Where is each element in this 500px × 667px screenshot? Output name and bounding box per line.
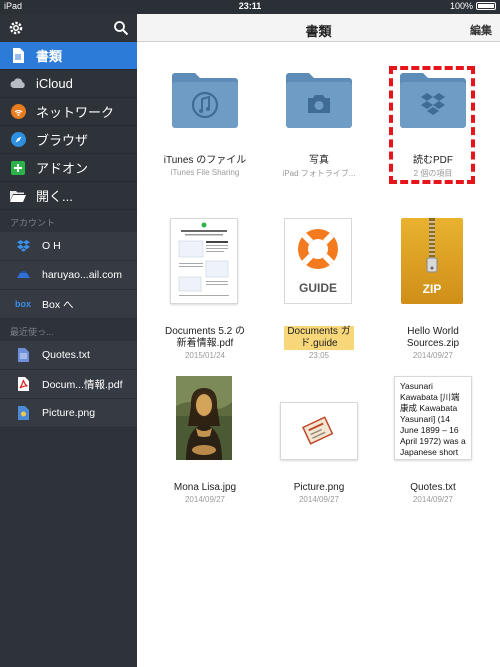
main-content: 書類 編集 iTunes のファイル iTunes File Sharing 写… xyxy=(137,14,500,667)
account-dropbox[interactable]: O H xyxy=(0,232,137,261)
selection-highlight xyxy=(389,66,475,184)
picture-thumbnail xyxy=(280,402,358,460)
pdf-file-icon xyxy=(16,377,30,391)
sidebar-item-network[interactable]: ネットワーク xyxy=(0,98,137,126)
mona-lisa-thumbnail xyxy=(176,376,232,460)
lifebuoy-icon xyxy=(298,229,338,269)
wifi-icon xyxy=(10,104,26,120)
status-bar: iPad 23:11 100% xyxy=(0,0,500,14)
file-name-line2: Sources.zip xyxy=(406,338,460,349)
file-hello-world-zip[interactable]: ZIP Hello World Sources.zip 2014/09/27 xyxy=(376,214,490,360)
folder-photos[interactable]: 写真 iPad フォトライブ... xyxy=(262,54,376,194)
zipper-icon xyxy=(426,218,438,273)
search-icon[interactable] xyxy=(113,20,129,36)
file-subtitle: 2014/09/27 xyxy=(412,351,454,360)
file-subtitle: 2015/01/24 xyxy=(184,351,226,360)
sidebar-item-addons[interactable]: アドオン xyxy=(0,154,137,182)
text-preview: Yasunari Kawabata [川端 康成 Kawabata Yasuna… xyxy=(394,376,472,460)
clock: 23:11 xyxy=(238,1,262,11)
file-picture-png[interactable]: Picture.png 2014/09/27 xyxy=(262,374,376,504)
sidebar: 書類 iCloud ネットワーク ブラウザ アドオン 開く... アカウント O… xyxy=(0,14,137,667)
file-mona-lisa[interactable]: Mona Lisa.jpg 2014/09/27 xyxy=(148,374,262,504)
file-subtitle: 2014/09/27 xyxy=(184,495,226,504)
image-file-icon xyxy=(16,406,30,420)
recent-item-pdf[interactable]: Docum...情報.pdf xyxy=(0,370,137,399)
folder-itunes-files[interactable]: iTunes のファイル iTunes File Sharing xyxy=(148,54,262,194)
cloud-icon xyxy=(10,76,26,92)
account-google-drive[interactable]: haruyao...ail.com xyxy=(0,261,137,290)
guide-thumbnail: GUIDE xyxy=(284,218,352,304)
gear-icon[interactable] xyxy=(8,20,24,36)
plus-icon xyxy=(10,160,26,176)
file-name-line2: ド.guide xyxy=(284,338,354,350)
battery-icon xyxy=(476,2,496,10)
drive-icon xyxy=(16,268,30,282)
compass-icon xyxy=(10,132,26,148)
document-icon xyxy=(10,48,26,64)
file-quotes-txt[interactable]: Yasunari Kawabata [川端 康成 Kawabata Yasuna… xyxy=(376,374,490,504)
battery-percent: 100% xyxy=(449,1,473,11)
accounts-header: アカウント xyxy=(10,218,56,228)
file-name: Quotes.txt xyxy=(410,482,456,493)
recent-item-picture[interactable]: Picture.png xyxy=(0,399,137,428)
zip-label: ZIP xyxy=(422,282,442,296)
main-header: 書類 編集 xyxy=(137,14,500,42)
zip-thumbnail: ZIP xyxy=(401,218,463,304)
file-name: Mona Lisa.jpg xyxy=(173,482,237,493)
dropbox-icon xyxy=(16,239,30,253)
file-subtitle: 23:05 xyxy=(308,351,330,360)
recent-item-quotes[interactable]: Quotes.txt xyxy=(0,341,137,370)
txt-file-icon xyxy=(16,348,30,362)
folder-open-icon xyxy=(10,188,26,204)
sidebar-item-icloud[interactable]: iCloud xyxy=(0,70,137,98)
account-box[interactable]: box Box へ xyxy=(0,290,137,319)
sidebar-item-open[interactable]: 開く... xyxy=(0,182,137,210)
edit-button[interactable]: 編集 xyxy=(470,22,492,38)
file-name: Picture.png xyxy=(293,482,345,493)
recent-header: 最近使っ... xyxy=(10,327,54,337)
music-folder-icon xyxy=(172,73,238,128)
file-name: 写真 xyxy=(309,155,329,166)
file-subtitle: 2014/09/27 xyxy=(412,495,454,504)
file-subtitle: 2014/09/27 xyxy=(298,495,340,504)
file-documents-guide[interactable]: GUIDE Documents ガイ ド.guide 23:05 xyxy=(262,214,376,360)
sidebar-toolbar xyxy=(0,14,137,42)
file-documents-pdf[interactable]: Documents 5.2 の 新着情報.pdf 2015/01/24 xyxy=(148,214,262,360)
sidebar-item-browser[interactable]: ブラウザ xyxy=(0,126,137,154)
sidebar-item-documents[interactable]: 書類 xyxy=(0,42,137,70)
file-subtitle: iPad フォトライブ... xyxy=(282,169,356,178)
box-icon: box xyxy=(15,299,32,309)
camera-folder-icon xyxy=(286,73,352,128)
file-name-line1: Hello World xyxy=(407,326,459,337)
pdf-thumbnail xyxy=(170,218,238,304)
page-title: 書類 xyxy=(305,24,332,39)
file-name: iTunes のファイル xyxy=(163,155,247,166)
file-name-line2: 新着情報.pdf xyxy=(176,338,234,349)
guide-label: GUIDE xyxy=(298,281,337,295)
file-name-line1: Documents 5.2 の xyxy=(164,326,246,337)
file-subtitle: iTunes File Sharing xyxy=(170,168,240,177)
